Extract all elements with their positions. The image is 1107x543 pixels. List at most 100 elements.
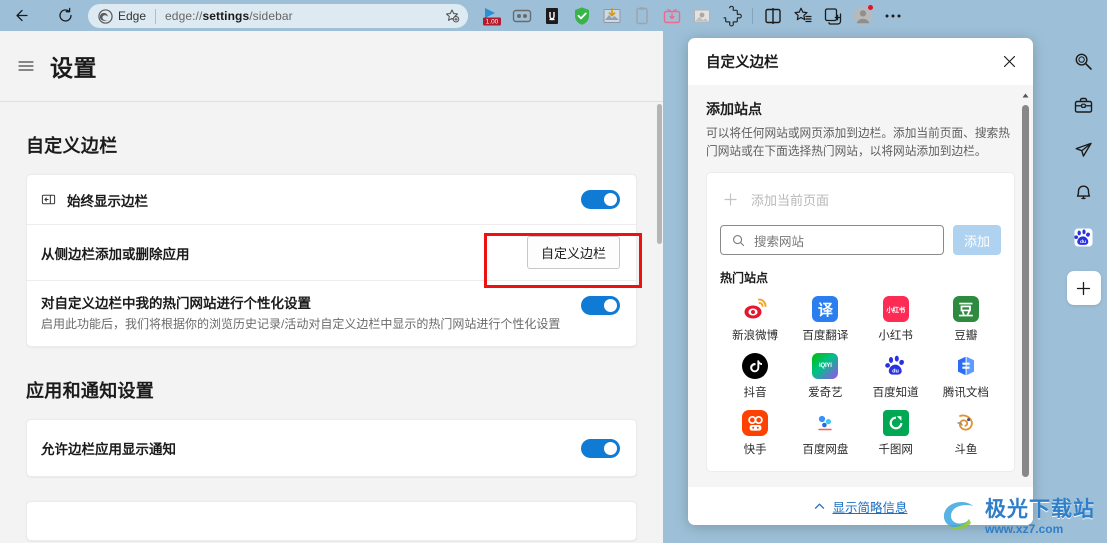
site-label: 腾讯文档: [942, 387, 989, 400]
more-options-icon[interactable]: [879, 2, 907, 29]
puzzle-extensions-icon[interactable]: [718, 2, 746, 29]
site-tile-kuaishou[interactable]: 快手: [720, 410, 790, 457]
setting-row-add-remove-apps[interactable]: 从侧边栏添加或删除应用 自定义边栏: [27, 224, 636, 280]
tools-icon[interactable]: [1068, 89, 1100, 121]
setting-text-add-remove: 从侧边栏添加或删除应用: [41, 243, 527, 263]
tv-download-extension-icon[interactable]: [658, 2, 686, 29]
profile-notification-dot: [867, 4, 874, 11]
split-screen-icon[interactable]: [759, 2, 787, 29]
baidu-netdisk-icon: [812, 410, 838, 436]
site-search-input[interactable]: 搜索网站: [720, 225, 944, 256]
favorites-icon[interactable]: [789, 2, 817, 29]
kuaishou-icon: [742, 410, 769, 437]
toggle-personalize-top-sites[interactable]: [581, 296, 620, 315]
clipboard-extension-icon[interactable]: [628, 2, 656, 29]
settings-body: 自定义边栏 始终显示边栏 从侧边栏添加或删除应用 自定义边栏 对自定义边栏中我的…: [0, 102, 663, 543]
setting-text-allow-notifications: 允许边栏应用显示通知: [41, 438, 581, 458]
customize-sidebar-flyout: 自定义边栏 添加站点 可以将任何网站或网页添加到边栏。添加当前页面、搜索热门网站…: [688, 38, 1033, 525]
site-label: 爱奇艺: [808, 387, 843, 400]
iqiyi-icon: iQIYI: [812, 353, 839, 380]
site-tile-xiaohongshu[interactable]: 小红书 小红书: [861, 296, 931, 343]
sidebar-rail: du: [1060, 31, 1107, 543]
toggle-always-show-sidebar[interactable]: [581, 190, 620, 209]
bell-icon[interactable]: [1068, 177, 1100, 209]
douyin-icon: [742, 353, 769, 380]
scroll-up-arrow-icon[interactable]: [1021, 91, 1030, 100]
add-current-page-row[interactable]: 添加当前页面: [720, 185, 1001, 213]
site-label: 快手: [743, 444, 767, 457]
baidu-fanyi-icon: 译: [812, 296, 839, 323]
flyout-scrollbar-thumb[interactable]: [1022, 105, 1029, 477]
site-tile-baidu-zhidao[interactable]: du 百度知道: [861, 353, 931, 400]
collections-icon[interactable]: [819, 2, 847, 29]
address-bar[interactable]: Edge edge://settings/sidebar: [88, 4, 468, 28]
setting-row-always-show[interactable]: 始终显示边栏: [27, 175, 636, 224]
site-label: 百度翻译: [802, 330, 849, 343]
image-download-extension-icon[interactable]: [598, 2, 626, 29]
toggle-knob: [604, 441, 617, 455]
video-download-extension-icon[interactable]: 1.00: [478, 2, 506, 29]
douyu-icon: [953, 410, 979, 436]
search-icon[interactable]: [1068, 45, 1100, 77]
close-icon[interactable]: [993, 46, 1025, 78]
site-search-placeholder: 搜索网站: [754, 234, 805, 249]
site-tile-iqiyi[interactable]: iQIYI 爱奇艺: [790, 353, 860, 400]
setting-row-personalize[interactable]: 对自定义边栏中我的热门网站进行个性化设置 启用此功能后，我们将根据你的浏览历史记…: [27, 280, 636, 346]
add-site-button[interactable]: 添加: [953, 225, 1001, 256]
page-scrollbar-thumb[interactable]: [657, 104, 662, 244]
show-brief-info-link[interactable]: 显示简略信息: [832, 497, 907, 516]
settings-page: 设置 自定义边栏 始终显示边栏 从侧边栏添加或删除应用 自定义边栏 对自定义边栏…: [0, 31, 663, 543]
site-tile-baidu-fanyi[interactable]: 译 百度翻译: [790, 296, 860, 343]
add-sidebar-app-button[interactable]: [1066, 271, 1101, 305]
site-tile-douban[interactable]: 豆 豆瓣: [931, 296, 1001, 343]
menu-icon[interactable]: [8, 48, 44, 84]
shield-extension-icon[interactable]: [568, 2, 596, 29]
toggle-allow-notifications[interactable]: [581, 438, 620, 458]
page-title: 设置: [50, 55, 97, 81]
section-heading-apps-notifications: 应用和通知设置: [26, 381, 155, 401]
add-favorite-icon[interactable]: [442, 6, 462, 26]
add-current-page-label: 添加当前页面: [751, 192, 830, 208]
goo-extension-icon[interactable]: [508, 2, 536, 29]
setting-label: 允许边栏应用显示通知: [41, 442, 176, 457]
site-label: 新浪微博: [732, 330, 779, 343]
search-icon: [733, 234, 745, 246]
svg-text:du: du: [1080, 239, 1086, 245]
customize-sidebar-button[interactable]: 自定义边栏: [526, 236, 620, 269]
back-button[interactable]: [6, 1, 36, 31]
site-tile-baidu-netdisk[interactable]: 百度网盘: [790, 410, 860, 457]
reload-button[interactable]: [50, 1, 80, 31]
site-tile-weibo[interactable]: 新浪微博: [720, 296, 790, 343]
setting-row-allow-notifications[interactable]: 允许边栏应用显示通知: [27, 420, 636, 476]
setting-description: 启用此功能后，我们将根据你的浏览历史记录/活动对自定义边栏中显示的热门网站进行个…: [41, 317, 561, 331]
page-scrollbar[interactable]: [656, 102, 663, 543]
section-heading-sidebar: 自定义边栏: [26, 136, 118, 156]
douban-icon: 豆: [952, 296, 979, 323]
tencent-docs-icon: [953, 353, 979, 379]
chevron-up-icon: [815, 503, 825, 509]
flyout-header: 自定义边栏: [688, 38, 1033, 85]
site-tile-qiantu[interactable]: 千图网: [861, 410, 931, 457]
baidu-icon[interactable]: du: [1068, 221, 1100, 253]
picture-extension-icon[interactable]: [688, 2, 716, 29]
edge-brand-label: Edge: [118, 9, 147, 23]
settings-card-notifications: 允许边栏应用显示通知: [26, 419, 637, 477]
u-extension-icon[interactable]: [538, 2, 566, 29]
send-icon[interactable]: [1068, 133, 1100, 165]
site-tile-douyu[interactable]: 斗鱼: [931, 410, 1001, 457]
flyout-scrollbar[interactable]: [1021, 91, 1030, 483]
site-tile-tencent-docs[interactable]: 腾讯文档: [931, 353, 1001, 400]
site-tile-douyin[interactable]: 抖音: [720, 353, 790, 400]
settings-card-partial: [26, 501, 637, 541]
edge-logo-icon: [98, 8, 113, 24]
qiantu-icon: [882, 410, 909, 437]
setting-text-always-show: 始终显示边栏: [67, 190, 581, 210]
profile-avatar[interactable]: [849, 2, 877, 29]
hot-sites-grid: 新浪微博 译 百度翻译 小红书 小红书 豆 豆瓣 抖音 iQIYI 爱奇艺 du…: [720, 296, 1001, 457]
omnibox-divider: [155, 8, 157, 24]
add-site-card: 添加当前页面 搜索网站 添加 热门站点 新浪微博 译 百度翻译 小红书 小红书 …: [706, 172, 1015, 473]
site-label: 百度网盘: [802, 444, 849, 457]
add-site-description: 可以将任何网站或网页添加到边栏。添加当前页面、搜索热门网站或在下面选择热门网站，…: [706, 127, 1010, 158]
toggle-knob: [604, 299, 617, 312]
svg-text:du: du: [892, 369, 899, 375]
